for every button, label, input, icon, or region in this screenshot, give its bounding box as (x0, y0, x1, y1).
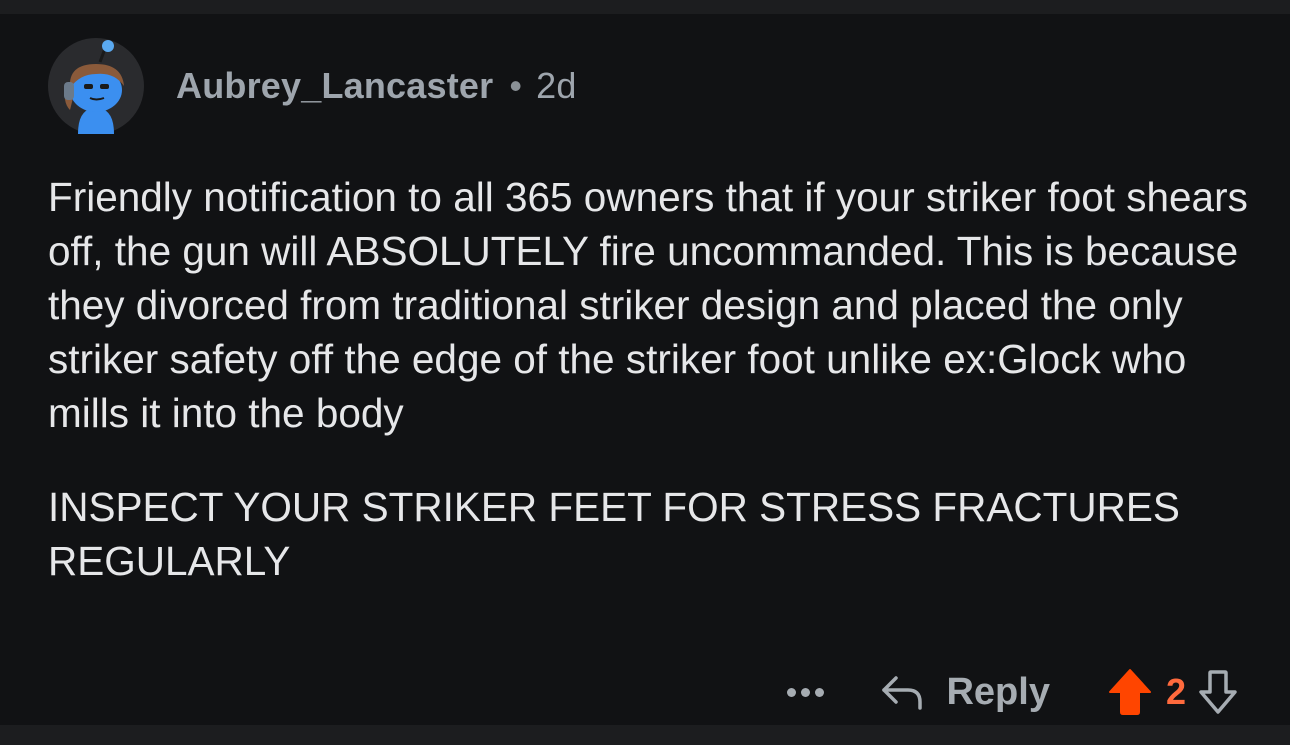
downvote-arrow-icon[interactable] (1198, 669, 1238, 715)
comment-paragraph: Friendly notification to all 365 owners … (48, 174, 1248, 436)
snoo-avatar-icon (64, 40, 124, 134)
dot (801, 687, 811, 697)
comment-card: Aubrey_Lancaster • 2d Friendly notificat… (0, 14, 1290, 725)
comment-paragraph: INSPECT YOUR STRIKER FEET FOR STRESS FRA… (48, 484, 1180, 584)
reply-label: Reply (946, 670, 1050, 713)
comment-header: Aubrey_Lancaster • 2d (48, 38, 577, 134)
avatar[interactable] (48, 38, 144, 134)
author-name[interactable]: Aubrey_Lancaster (176, 65, 493, 107)
vote-score: 2 (1165, 671, 1186, 712)
reply-button[interactable]: Reply (880, 670, 1050, 714)
comment-actions: Reply 2 (787, 660, 1238, 724)
comment-meta: Aubrey_Lancaster • 2d (176, 65, 577, 107)
comment-age: 2d (536, 65, 577, 106)
comment-body: Friendly notification to all 365 owners … (48, 170, 1258, 588)
reply-arrow-icon (882, 676, 923, 710)
dot (815, 687, 825, 697)
meta-separator: • (509, 65, 523, 106)
more-options-icon[interactable] (787, 687, 825, 697)
upvote-arrow-icon[interactable] (1108, 668, 1152, 716)
dot (787, 687, 797, 697)
vote-controls: 2 (1108, 668, 1238, 716)
